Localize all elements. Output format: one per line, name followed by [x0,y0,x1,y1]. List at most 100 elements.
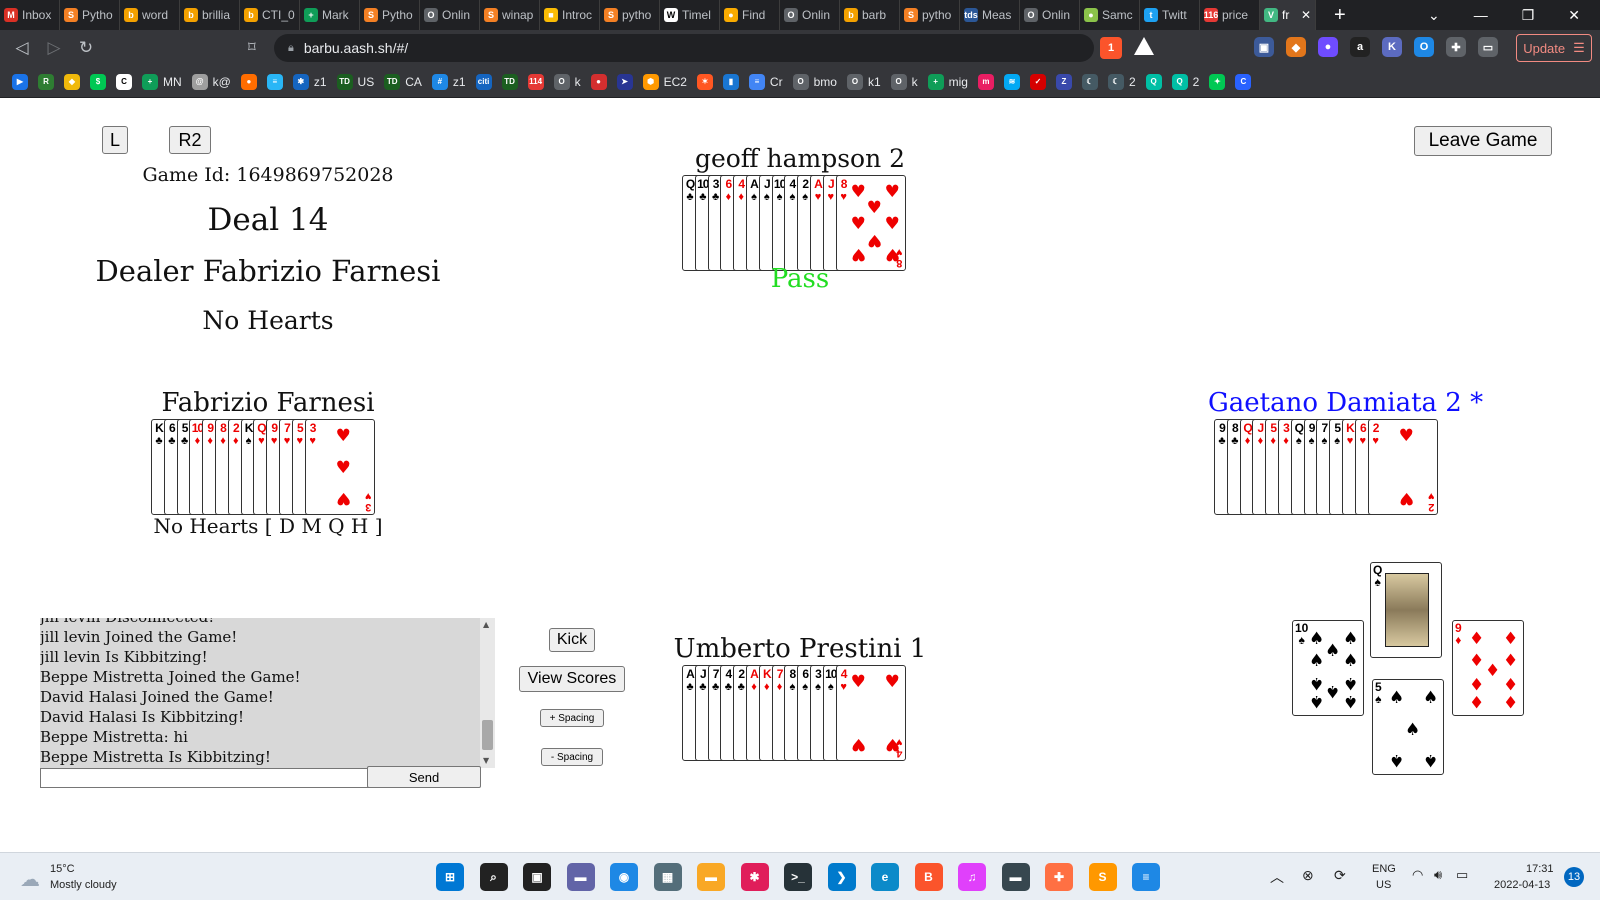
browser-tab[interactable]: tds Meas [960,0,1020,30]
scroll-up-icon[interactable]: ▲ [483,620,489,629]
send-button[interactable]: Send [367,766,481,788]
notepad-icon[interactable]: ≡ [1132,863,1160,891]
sync-icon[interactable]: ⟳ [1334,867,1346,884]
chat-scrollbar[interactable]: ▲ ▼ [480,618,495,768]
edge-icon[interactable]: e [871,863,899,891]
tray-app-icon[interactable]: ⊗ [1302,867,1314,884]
task-view-icon[interactable]: ▣ [523,863,551,891]
weather-temp[interactable]: 15°C [50,863,75,875]
brave-icon[interactable]: B [914,863,943,891]
explorer-icon[interactable]: ▬ [697,863,725,891]
browser-tab[interactable]: O Onlin [780,0,840,30]
bookmark-item[interactable]: citi [475,73,492,90]
browser-tab[interactable]: b CTI_0 [240,0,300,30]
browser-tab[interactable]: b brillia [180,0,240,30]
extensions-puzzle-icon[interactable]: ✚ [1446,37,1466,57]
vscode-icon[interactable]: ❯ [827,863,856,891]
bookmark-item[interactable]: + MN [142,73,182,90]
bookmark-item[interactable]: ☾ 2 [1107,73,1136,90]
bookmark-item[interactable]: ✦ [1209,73,1226,90]
a-ext-icon[interactable]: a [1350,37,1370,57]
bookmark-item[interactable]: Ok [553,73,581,90]
tool-icon[interactable]: ✚ [1045,863,1073,891]
bookmark-item[interactable]: C [1235,73,1252,90]
wallet-icon[interactable]: ▭ [1478,37,1498,57]
kick-button[interactable]: Kick [549,628,595,652]
bookmark-item[interactable]: ☾ [1081,73,1098,90]
bookmark-item[interactable]: ● [240,73,257,90]
browser-tab[interactable]: ● Samc [1080,0,1140,30]
bookmark-item[interactable]: R [38,73,54,90]
bookmark-item[interactable]: m [977,73,994,90]
scrollbar-thumb[interactable] [482,720,493,750]
chat-icon[interactable]: ▬ [566,863,595,891]
bookmark-item[interactable]: Q [1145,73,1162,90]
clock-date[interactable]: 2022-04-13 [1494,879,1550,891]
browser-tab[interactable]: S Pytho [360,0,420,30]
browser-tab[interactable]: t Twitt [1140,0,1200,30]
scroll-down-icon[interactable]: ▼ [483,756,489,765]
browser-tab[interactable]: ■ Introc [540,0,600,30]
new-tab-button[interactable]: + [1334,4,1346,27]
volume-icon[interactable]: 🔊︎ [1434,867,1442,883]
back-icon[interactable]: ◁ [6,38,38,58]
metamask-icon[interactable]: ◆ [1286,37,1306,57]
browser-tab[interactable]: b word [120,0,180,30]
close-window-icon[interactable]: ✕ [1568,7,1580,24]
bookmark-item[interactable]: Obmo [792,73,837,90]
bookmark-item[interactable]: 114 [527,73,544,90]
browser-tab[interactable]: O Onlin [420,0,480,30]
nav-icon[interactable]: ◉ [610,863,638,891]
brave-rewards-icon[interactable] [1134,37,1154,55]
r2-button[interactable]: R2 [169,126,211,154]
bookmark-item[interactable]: ◆ [64,73,80,90]
show-hidden-icons[interactable]: ︿ [1270,867,1284,887]
clock-time[interactable]: 17:31 [1526,863,1554,875]
browser-tab[interactable]: ● Find [720,0,780,30]
bookmark-page-icon[interactable]: ⌑ [248,38,256,56]
calculator-icon[interactable]: ▦ [653,863,682,891]
restore-icon[interactable]: ❐ [1522,7,1535,24]
plus-spacing-button[interactable]: + Spacing [540,709,604,727]
leave-game-button[interactable]: Leave Game [1414,126,1552,156]
bookmark-item[interactable]: ≋ [1003,73,1020,90]
wifi-icon[interactable]: ◠ [1412,867,1423,883]
weather-icon[interactable]: ☁ [20,867,40,891]
bookmark-item[interactable]: Ok1 [846,73,881,90]
browser-tab[interactable]: Spytho [600,0,660,30]
browser-tab[interactable]: Vfr ✕ [1260,0,1316,30]
tab-search-icon[interactable]: ⌄ [1428,7,1440,24]
browser-tab[interactable]: W Timel [660,0,720,30]
screenshot-ext-icon[interactable]: ▣ [1254,37,1274,57]
windows-start-icon[interactable]: ⊞ [436,863,464,891]
browser-tab[interactable]: 116 price [1200,0,1260,30]
slack-icon[interactable]: ✱ [740,863,769,891]
bookmark-item[interactable]: + mig [927,73,968,90]
bookmark-item[interactable]: C [116,73,132,90]
weather-description[interactable]: Mostly cloudy [50,879,117,891]
forward-icon[interactable]: ▷ [38,38,70,58]
bookmark-item[interactable]: # z1 [431,73,466,90]
browser-tab[interactable]: Swinap [480,0,540,30]
sublime-icon[interactable]: S [1088,863,1117,891]
bookmark-item[interactable]: ▶ [12,73,28,90]
card-2-of-hearts[interactable]: 2 ♥ ♥ ♥ 2 ♥ [1367,419,1438,515]
console-icon[interactable]: ▬ [1001,863,1030,891]
bookmark-item[interactable]: $ [90,73,106,90]
browser-tab[interactable]: S Pytho [60,0,120,30]
bookmark-item[interactable]: ✱ z1 [292,73,327,90]
l-button[interactable]: L [102,126,128,154]
terminal-icon[interactable]: >_ [784,863,812,891]
minimize-icon[interactable]: — [1474,7,1488,23]
k-ext-icon[interactable]: K [1382,37,1402,57]
browser-tab[interactable]: M Inbox [0,0,60,30]
itunes-icon[interactable]: ♫ [958,863,986,891]
minus-spacing-button[interactable]: - Spacing [541,748,603,766]
bookmark-item[interactable]: ▮ [722,73,739,90]
bookmark-item[interactable]: ➤ [616,73,633,90]
browser-tab[interactable]: b barb [840,0,900,30]
card-4-of-hearts[interactable]: 4 ♥ ♥ ♥ ♥ ♥ 4 ♥ [835,665,906,761]
bookmark-item[interactable]: Ok [890,73,918,90]
chat-input[interactable] [40,768,370,788]
notification-badge[interactable]: 13 [1564,867,1584,887]
